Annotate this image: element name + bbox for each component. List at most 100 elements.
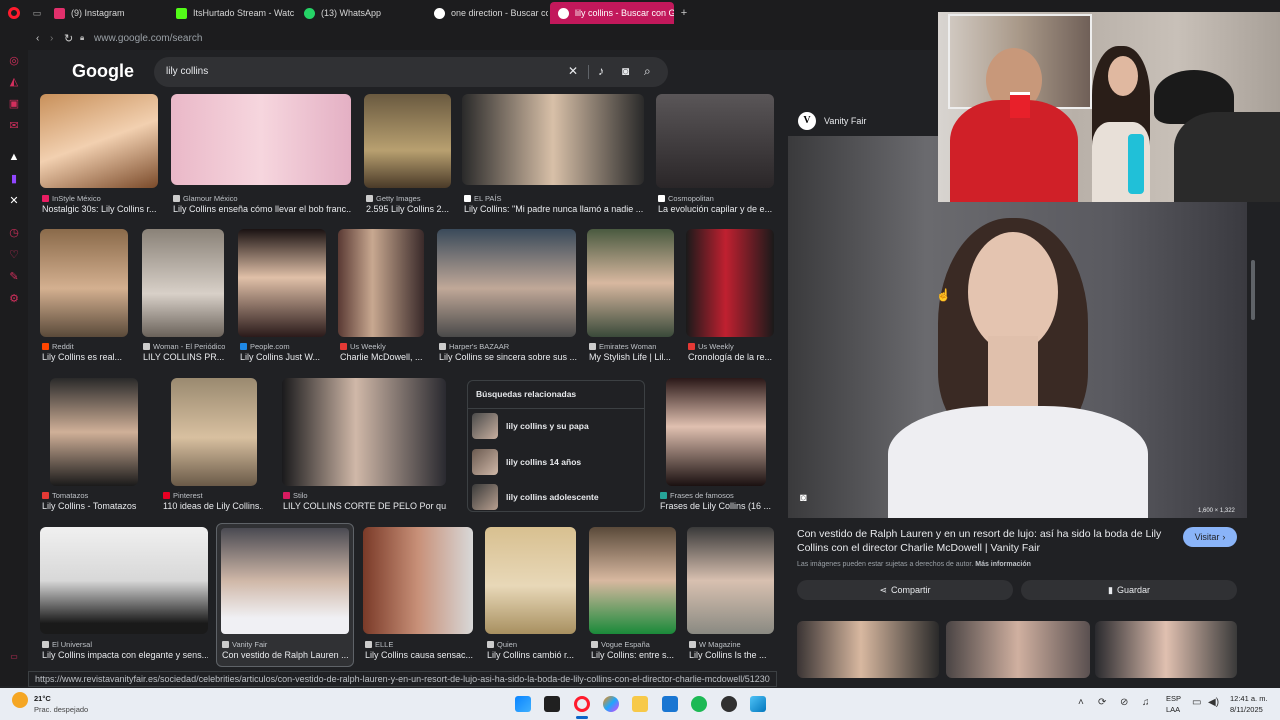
related-image-thumb[interactable] bbox=[946, 621, 1090, 678]
image-title[interactable]: My Stylish Life | Lil... bbox=[589, 352, 675, 362]
photos-icon[interactable] bbox=[750, 696, 766, 712]
tab-kick-stream[interactable]: ItsHurtado Stream - Watc bbox=[168, 2, 294, 24]
image-result-tile[interactable] bbox=[437, 229, 576, 337]
forward-arrow-icon[interactable]: › bbox=[50, 33, 64, 44]
share-button[interactable]: ⋖ Compartir bbox=[797, 580, 1013, 600]
image-title[interactable]: Lily Collins es real... bbox=[42, 352, 128, 362]
opera-taskbar-icon[interactable] bbox=[574, 696, 590, 712]
image-title[interactable]: Lily Collins Just W... bbox=[240, 352, 326, 362]
google-logo[interactable]: Google bbox=[72, 61, 134, 82]
vanity-fair-logo[interactable]: V bbox=[798, 112, 816, 130]
sidebar-messenger-icon[interactable]: ▣ bbox=[7, 97, 21, 111]
image-result-tile[interactable] bbox=[40, 229, 128, 337]
url-field[interactable]: www.google.com/search bbox=[94, 33, 202, 44]
image-title[interactable]: Lily Collins causa sensac... bbox=[365, 650, 473, 660]
related-image-thumb[interactable] bbox=[1095, 621, 1237, 678]
new-tab-plus-icon[interactable]: + bbox=[676, 7, 692, 19]
save-button[interactable]: ▮ Guardar bbox=[1021, 580, 1237, 600]
search-box[interactable]: lily collins ✕ ♪ ◙ ⌕ bbox=[154, 57, 668, 87]
tray-microphone-icon[interactable]: ♫ bbox=[1142, 697, 1150, 708]
panel-source-name[interactable]: Vanity Fair bbox=[824, 116, 866, 126]
image-title[interactable]: 2.595 Lily Collins 2... bbox=[366, 204, 452, 214]
windows-start-icon[interactable] bbox=[515, 696, 531, 712]
visit-button[interactable]: Visitar › bbox=[1183, 527, 1237, 547]
tray-sync-icon[interactable]: ⟳ bbox=[1098, 697, 1106, 708]
panel-title[interactable]: Con vestido de Ralph Lauren y en un reso… bbox=[797, 527, 1177, 555]
image-title[interactable]: Lily Collins: entre s... bbox=[591, 650, 677, 660]
image-title[interactable]: Lily Collins impacta con elegante y sens… bbox=[42, 650, 208, 660]
image-result-tile[interactable] bbox=[282, 378, 446, 486]
opera-logo-icon[interactable] bbox=[0, 2, 28, 24]
clock-date[interactable]: 8/11/2025 bbox=[1230, 705, 1263, 714]
sidebar-settings-icon[interactable]: ⚙ bbox=[7, 292, 21, 306]
image-result-tile[interactable] bbox=[587, 229, 674, 337]
tab-lily-collins-search[interactable]: lily collins - Buscar con G bbox=[550, 2, 674, 24]
image-title[interactable]: LILY COLLINS CORTE DE PELO Por qu... bbox=[283, 501, 447, 511]
sidebar-more-icon[interactable]: ▭ bbox=[7, 650, 21, 664]
weather-icon[interactable] bbox=[12, 692, 28, 708]
sidebar-history-icon[interactable]: ◷ bbox=[7, 226, 21, 240]
image-result-tile[interactable] bbox=[50, 378, 138, 486]
tab-instagram[interactable]: (9) Instagram bbox=[46, 2, 166, 24]
sidebar-speed-dial-icon[interactable]: ◎ bbox=[7, 54, 21, 68]
related-search-item[interactable]: lily collins adolescente bbox=[472, 482, 642, 512]
microsoft-store-icon[interactable] bbox=[662, 696, 678, 712]
image-result-tile[interactable] bbox=[40, 527, 208, 634]
image-title[interactable]: LILY COLLINS PR... bbox=[143, 352, 225, 362]
sidebar-aria-icon[interactable]: ◭ bbox=[7, 75, 21, 89]
image-title[interactable]: 110 ideas de Lily Collins... bbox=[163, 501, 263, 511]
image-result-tile[interactable] bbox=[589, 527, 676, 634]
sidebar-twitch-icon[interactable]: ▮ bbox=[7, 172, 21, 186]
sidebar-gmail-icon[interactable]: ✉ bbox=[7, 119, 21, 133]
image-result-tile[interactable] bbox=[462, 94, 644, 185]
search-input[interactable]: lily collins bbox=[166, 66, 208, 77]
volume-icon[interactable]: ◀) bbox=[1208, 697, 1219, 708]
scrollbar-thumb[interactable] bbox=[1251, 260, 1255, 320]
image-result-tile[interactable] bbox=[364, 94, 451, 188]
lens-search-icon[interactable]: ◙ bbox=[622, 64, 629, 78]
tab-whatsapp[interactable]: (13) WhatsApp bbox=[296, 2, 424, 24]
sidebar-kick-icon[interactable]: ▲ bbox=[7, 150, 21, 164]
image-result-tile[interactable] bbox=[485, 527, 576, 634]
image-title[interactable]: Lily Collins Is the ... bbox=[689, 650, 775, 660]
related-image-thumb[interactable] bbox=[797, 621, 939, 678]
obs-icon[interactable] bbox=[721, 696, 737, 712]
clock-time[interactable]: 12:41 a. m. bbox=[1230, 694, 1268, 703]
image-result-tile[interactable] bbox=[363, 527, 473, 634]
related-search-item[interactable]: lily collins y su papa bbox=[472, 411, 642, 441]
image-title[interactable]: Lily Collins cambió r... bbox=[487, 650, 577, 660]
reload-icon[interactable]: ↻ bbox=[64, 32, 80, 45]
more-info-link[interactable]: Más información bbox=[975, 561, 1031, 568]
tab-one-direction-search[interactable]: one direction - Buscar co bbox=[426, 2, 548, 24]
language-code[interactable]: ESP bbox=[1166, 694, 1181, 703]
tray-visibility-icon[interactable]: ⊘ bbox=[1120, 697, 1128, 708]
image-result-tile[interactable] bbox=[142, 229, 224, 337]
show-hidden-icons[interactable]: ˄ bbox=[1078, 697, 1084, 708]
tab-menu-icon[interactable]: ▭ bbox=[28, 8, 46, 19]
image-title[interactable]: Charlie McDowell, ... bbox=[340, 352, 426, 362]
image-result-tile[interactable] bbox=[238, 229, 326, 337]
image-result-tile[interactable] bbox=[338, 229, 424, 337]
keyboard-layout[interactable]: LAA bbox=[1166, 705, 1180, 714]
scrollbar-track[interactable] bbox=[1250, 200, 1256, 670]
image-result-tile[interactable] bbox=[171, 378, 257, 486]
search-icon[interactable]: ⌕ bbox=[644, 64, 651, 79]
image-result-tile[interactable] bbox=[666, 378, 766, 486]
spotify-icon[interactable] bbox=[691, 696, 707, 712]
image-title[interactable]: Nostalgic 30s: Lily Collins r... bbox=[42, 204, 158, 214]
image-result-tile[interactable] bbox=[171, 94, 351, 185]
lens-icon[interactable]: ◙ bbox=[800, 492, 807, 504]
sidebar-x-icon[interactable]: ✕ bbox=[7, 194, 21, 208]
clear-search-icon[interactable]: ✕ bbox=[568, 64, 578, 78]
network-icon[interactable]: ▭ bbox=[1192, 697, 1201, 708]
image-title[interactable]: Lily Collins enseña cómo llevar el bob f… bbox=[173, 204, 351, 214]
image-title[interactable]: Frases de Lily Collins (16 ... bbox=[660, 501, 774, 511]
image-result-tile[interactable] bbox=[656, 94, 774, 188]
image-result-tile[interactable] bbox=[40, 94, 158, 188]
image-result-tile[interactable] bbox=[686, 229, 774, 337]
back-arrow-icon[interactable]: ‹ bbox=[36, 33, 50, 44]
image-title[interactable]: Lily Collins - Tomatazos bbox=[42, 501, 152, 511]
image-title[interactable]: Con vestido de Ralph Lauren ... bbox=[222, 650, 350, 660]
image-title[interactable]: Cronología de la re... bbox=[688, 352, 774, 362]
image-result-tile[interactable] bbox=[687, 527, 774, 634]
